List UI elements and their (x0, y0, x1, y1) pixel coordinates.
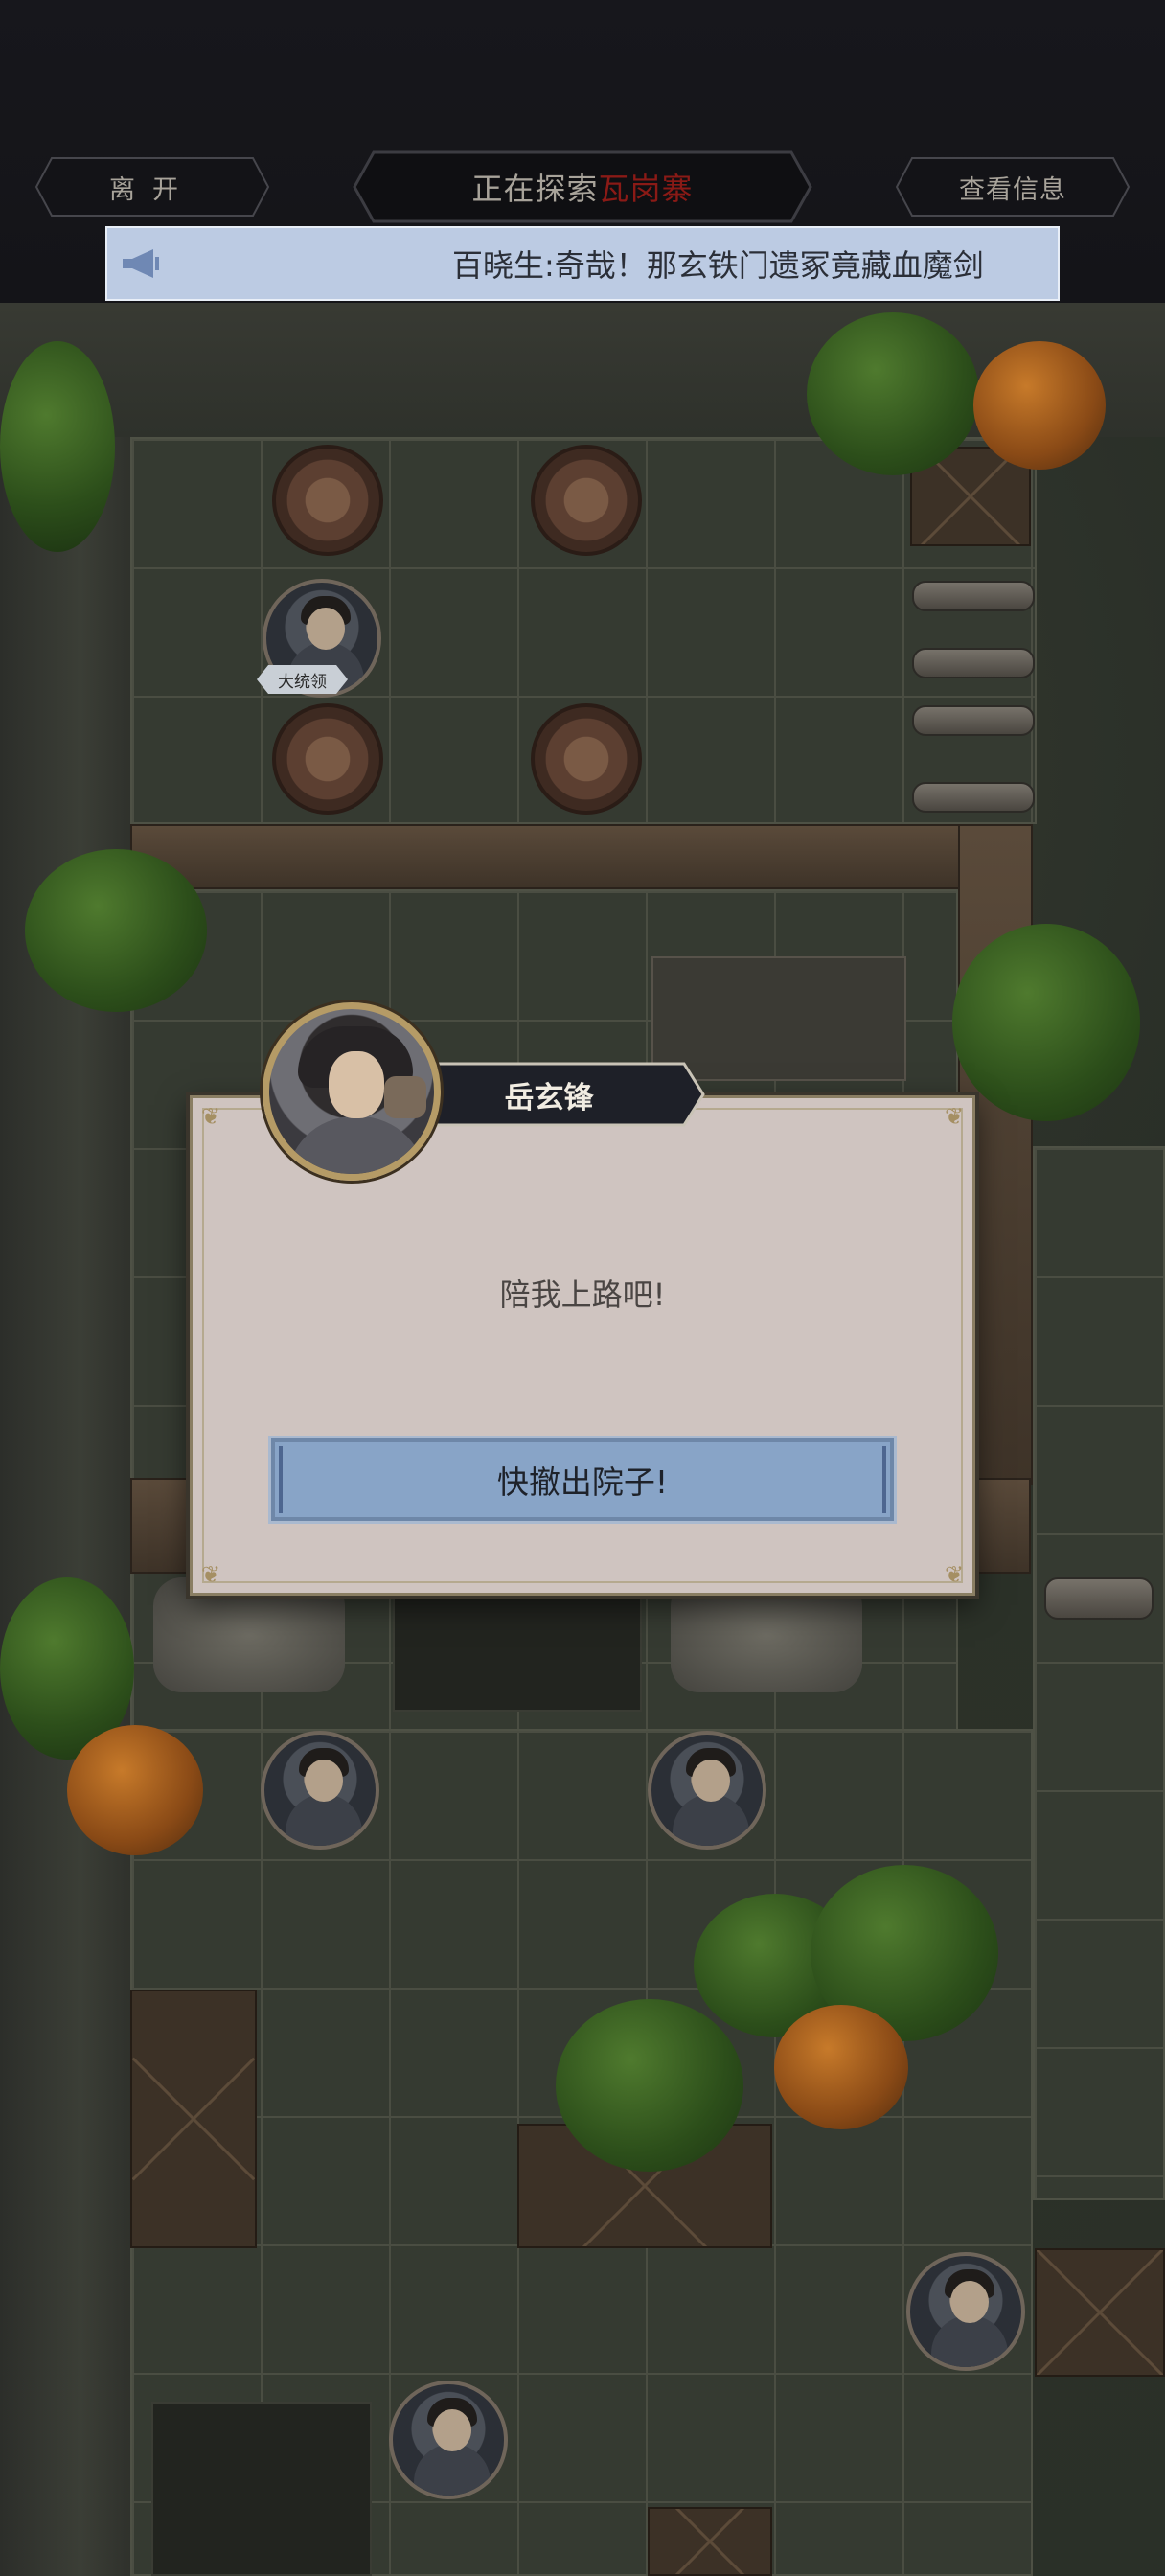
autumn-tree (973, 341, 1106, 470)
view-info-button[interactable]: 查看信息 (895, 156, 1131, 218)
gate-steps (393, 1587, 642, 1712)
leave-button[interactable]: 离开 (34, 156, 270, 218)
speaker-portrait (263, 1002, 441, 1181)
exploring-prefix: 正在探索 (471, 171, 599, 207)
roof (648, 2507, 772, 2576)
autumn-tree (67, 1725, 203, 1855)
roof (1035, 2248, 1165, 2377)
megaphone-icon (123, 249, 159, 278)
flee-courtyard-label: 快撤出院子! (496, 1463, 669, 1501)
cliff-left (0, 303, 134, 2576)
speaker-name: 岳玄锋 (504, 1080, 594, 1116)
corner-ornament-icon: ❦ (944, 1103, 965, 1130)
weapon-rack (912, 648, 1035, 678)
ticker-message: 百晓生:奇哉！那玄铁门遗冢竟藏血魔剑 (452, 247, 984, 284)
location-name: 瓦岗寨 (598, 171, 694, 207)
side-path (1033, 1146, 1165, 2200)
corner-ornament-icon: ❦ (200, 1561, 221, 1588)
weapon-rack (1044, 1577, 1154, 1620)
exploring-title: 正在探索瓦岗寨 (353, 150, 812, 223)
war-drum (531, 445, 642, 556)
war-drum (272, 445, 383, 556)
corner-ornament-icon: ❦ (944, 1561, 965, 1588)
weapon-rack (912, 581, 1035, 611)
tree (25, 849, 207, 1012)
enemy-token[interactable] (261, 1731, 379, 1850)
tree (807, 312, 979, 475)
enemy-token[interactable] (389, 2380, 508, 2499)
tree (556, 1999, 743, 2172)
leave-button-label: 离开 (109, 174, 195, 205)
tree (0, 341, 115, 552)
announcement-ticker: 百晓生:奇哉！那玄铁门遗冢竟藏血魔剑 (105, 226, 1060, 301)
courtyard-wall (130, 824, 1031, 889)
corner-ornament-icon: ❦ (200, 1103, 221, 1130)
autumn-tree (774, 2005, 908, 2129)
weapon-rack (912, 782, 1035, 813)
npc-name-tag: 大统领 (257, 665, 348, 694)
war-drum (272, 703, 383, 815)
flee-courtyard-button[interactable]: 快撤出院子! (268, 1436, 897, 1524)
weapon-rack (912, 705, 1035, 736)
tree (952, 924, 1140, 1121)
stone-building (151, 2402, 372, 2576)
war-drum (531, 703, 642, 815)
roof (130, 1990, 257, 2248)
enemy-token[interactable] (648, 1731, 766, 1850)
top-bar: 离开 正在探索瓦岗寨 查看信息 百晓生:奇哉！那玄铁门遗冢竟藏血魔剑 (0, 0, 1165, 307)
dialog-text: 陪我上路吧! (499, 1276, 666, 1313)
view-info-label: 查看信息 (959, 174, 1066, 205)
player-token[interactable] (906, 2252, 1025, 2371)
